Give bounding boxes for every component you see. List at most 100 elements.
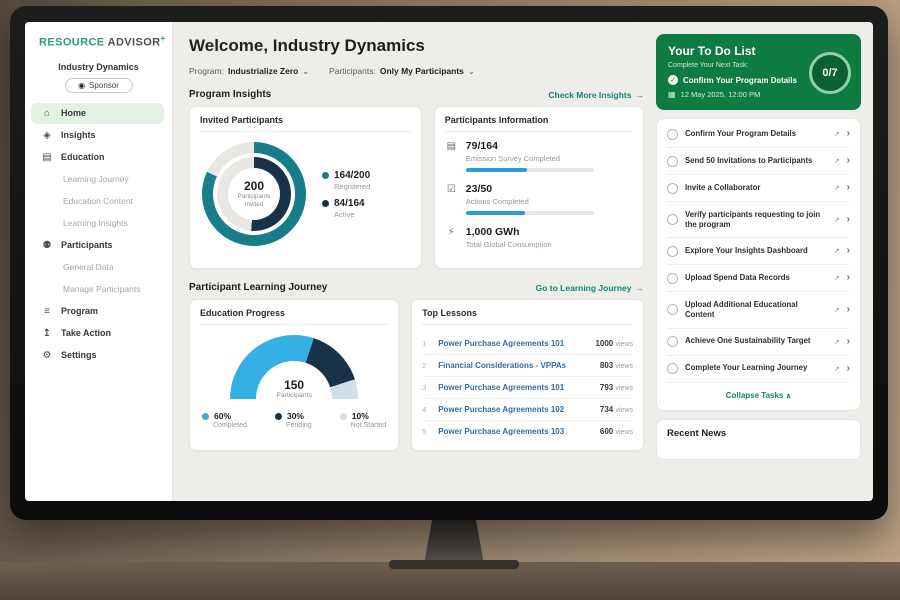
todo-task-row[interactable]: Upload Spend Data Records ↗ › [667,265,850,292]
todo-task-row[interactable]: Send 50 Invitations to Participants ↗ › [667,148,850,175]
participants-filter[interactable]: Participants: Only My Participants ⌄ [329,66,475,76]
todo-due-date: 12 May 2025, 12:00 PM [681,90,761,99]
sidebar-item[interactable]: ≡ Program [31,301,164,322]
todo-task-row[interactable]: Complete Your Learning Journey ↗ › [667,356,850,383]
external-link-icon[interactable]: ↗ [834,338,840,346]
task-checkbox[interactable] [667,336,678,347]
task-label: Achieve One Sustainability Target [685,336,827,346]
task-checkbox[interactable] [667,156,678,167]
chevron-right-icon[interactable]: › [847,183,850,193]
sidebar-item[interactable]: Learning Journey [31,169,164,190]
lesson-rank: 4 [422,405,430,414]
external-link-icon[interactable]: ↗ [834,274,840,282]
arrow-right-icon: → [636,283,645,293]
sidebar-item-label: Home [61,108,86,118]
task-checkbox[interactable] [667,129,678,140]
todo-task-row[interactable]: Explore Your Insights Dashboard ↗ › [667,238,850,265]
sidebar-item[interactable]: General Data [31,257,164,278]
chevron-right-icon[interactable]: › [847,337,850,347]
lesson-link[interactable]: Power Purchase Agreements 102 [438,405,592,414]
todo-task-row[interactable]: Invite a Collaborator ↗ › [667,175,850,202]
external-link-icon[interactable]: ↗ [834,247,840,255]
todo-hero-card: Your To Do List Complete Your Next Task:… [656,34,861,110]
lesson-link[interactable]: Power Purchase Agreements 103 [438,427,592,436]
lesson-rank: 3 [422,383,430,392]
task-checkbox[interactable] [667,246,678,257]
page-title: Welcome, Industry Dynamics [189,36,644,56]
sidebar-item[interactable]: ⚙ Settings [31,345,164,366]
participants-filter-value: Only My Participants [380,66,464,76]
donut-center-value: 200 [244,179,264,193]
todo-task-row[interactable]: Upload Additional Educational Content ↗ … [667,292,850,328]
legend-dot [322,172,329,179]
sidebar-item[interactable]: Learning Insights [31,213,164,234]
go-to-learning-journey-link[interactable]: Go to Learning Journey → [536,283,644,293]
check-more-insights-link[interactable]: Check More Insights → [548,90,644,100]
task-checkbox[interactable] [667,304,678,315]
todo-task-row[interactable]: Verify participants requesting to join t… [667,202,850,238]
task-checkbox[interactable] [667,214,678,225]
sponsor-label: Sponsor [89,81,119,90]
sidebar-item[interactable]: ↥ Take Action [31,323,164,344]
info-row: ▤ 79/164 Emission Survey Completed [445,140,633,172]
legend-label: Active [334,210,370,219]
chevron-right-icon[interactable]: › [847,364,850,374]
arrow-right-icon: → [636,90,645,100]
external-link-icon[interactable]: ↗ [834,306,840,314]
sidebar-item[interactable]: ▤ Education [31,147,164,168]
chevron-right-icon[interactable]: › [847,305,850,315]
main-content: Welcome, Industry Dynamics Program: Indu… [189,30,644,501]
actions-icon: ☑ [445,183,458,215]
participants-information-card: Participants Information ▤ 79/164 Emissi… [434,106,644,269]
lesson-views: 734 views [600,405,633,414]
external-link-icon[interactable]: ↗ [834,365,840,373]
todo-task-row[interactable]: Confirm Your Program Details ↗ › [667,121,850,148]
chevron-right-icon[interactable]: › [847,129,850,139]
legend-dot [275,413,282,420]
sponsor-badge[interactable]: ◉ Sponsor [65,78,133,93]
education-progress-gauge: 150 Participants [230,335,358,399]
chevron-right-icon[interactable]: › [847,156,850,166]
external-link-icon[interactable]: ↗ [834,216,840,224]
external-link-icon[interactable]: ↗ [834,184,840,192]
program-filter[interactable]: Program: Industrialize Zero ⌄ [189,66,309,76]
chevron-right-icon[interactable]: › [847,246,850,256]
lesson-link[interactable]: Power Purchase Agreements 101 [438,383,592,392]
task-checkbox[interactable] [667,183,678,194]
sidebar-item-label: Education Content [63,196,133,206]
sidebar-item[interactable]: ◈ Insights [31,125,164,146]
legend-label: Not Started [351,422,386,429]
info-value: 79/164 [466,140,594,152]
sidebar-item[interactable]: Education Content [31,191,164,212]
participants-filter-label: Participants: [329,66,376,76]
progress-bar-fill [466,168,527,172]
lesson-row: 2 Financial Considerations - VPPAs 803 v… [422,355,633,377]
external-link-icon[interactable]: ↗ [834,157,840,165]
app-logo: RESOURCE ADVISOR+ [25,34,172,49]
task-label: Explore Your Insights Dashboard [685,246,827,256]
progress-bar-fill [466,211,525,215]
task-checkbox[interactable] [667,363,678,374]
content-area: Welcome, Industry Dynamics Program: Indu… [173,22,873,501]
sidebar-item[interactable]: Manage Participants [31,279,164,300]
recent-news-card: Recent News [656,419,861,460]
lesson-views: 600 views [600,427,633,436]
todo-task-row[interactable]: Achieve One Sustainability Target ↗ › [667,329,850,356]
collapse-tasks-link[interactable]: Collapse Tasks ∧ [667,383,850,408]
info-label: Total Global Consumption [466,240,552,249]
external-link-icon[interactable]: ↗ [834,130,840,138]
sidebar-item[interactable]: ⚉ Participants [31,235,164,256]
person-icon: ◉ [78,81,85,90]
sidebar-item[interactable]: ⌂ Home [31,103,164,124]
education-icon: ▤ [41,152,53,163]
chevron-right-icon[interactable]: › [847,273,850,283]
task-checkbox[interactable] [667,273,678,284]
lesson-link[interactable]: Financial Considerations - VPPAs [438,361,592,370]
take-action-icon: ↥ [41,328,53,339]
card-title: Education Progress [200,308,388,325]
filters-bar: Program: Industrialize Zero ⌄ Participan… [189,66,644,76]
legend-value: 84/164 [334,198,365,209]
lesson-link[interactable]: Power Purchase Agreements 101 [438,339,587,348]
chevron-right-icon[interactable]: › [847,215,850,225]
org-name: Industry Dynamics [25,62,172,72]
